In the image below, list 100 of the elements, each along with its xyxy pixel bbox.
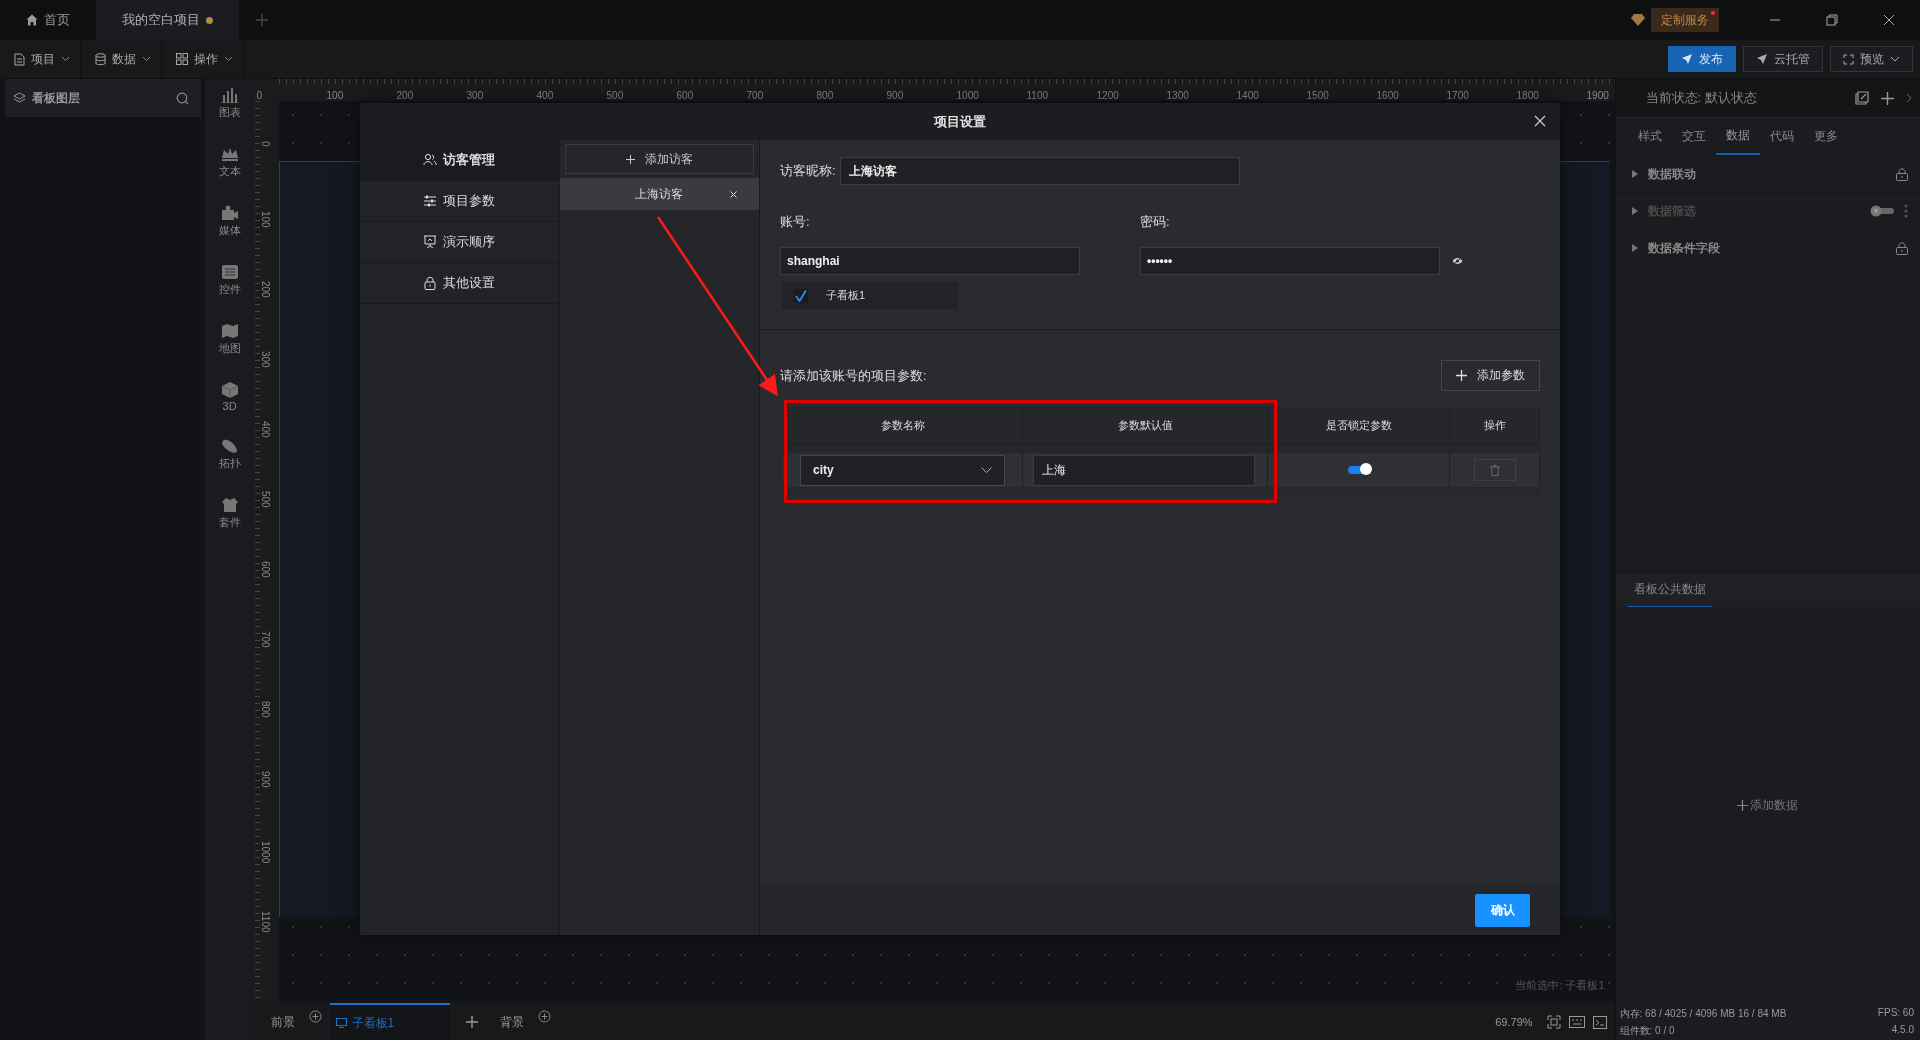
caret-icon <box>224 56 233 62</box>
column-header: 参数默认值 <box>1023 407 1268 445</box>
toolbox-item[interactable]: 图表 <box>218 87 241 120</box>
ruler-label: 800 <box>815 90 835 101</box>
ruler-label: 1300 <box>1165 90 1190 101</box>
panel-tab[interactable]: 更多 <box>1803 118 1848 155</box>
map-icon <box>220 323 239 339</box>
add-icon <box>1456 370 1467 381</box>
lock-icon[interactable] <box>1896 241 1908 255</box>
toolbox-item[interactable]: 3D <box>220 382 239 412</box>
ruler-label: 800 <box>259 701 271 718</box>
settings-nav-item[interactable]: 演示顺序 <box>360 222 559 263</box>
kit-icon <box>220 497 239 513</box>
window-tab[interactable]: 首页 <box>0 0 96 40</box>
lock-switch[interactable] <box>1347 466 1370 474</box>
publish-button[interactable]: 发布 <box>1668 46 1736 72</box>
checkbox[interactable] <box>794 288 808 303</box>
add-param-button[interactable]: 添加参数 <box>1441 360 1540 391</box>
keyboard-icon[interactable] <box>1568 1016 1585 1028</box>
fit-screen-icon[interactable] <box>1546 1015 1561 1029</box>
document-icon <box>14 52 25 66</box>
panel-tab[interactable]: 代码 <box>1759 118 1804 155</box>
field-label: 账号: <box>780 213 811 231</box>
toolbox-item[interactable]: 地图 <box>218 323 241 356</box>
ruler-label: 700 <box>745 90 765 101</box>
component-count: 组件数: 0 / 0 <box>1619 1023 1675 1038</box>
chevron-down-icon <box>981 467 992 473</box>
text-icon <box>220 146 239 162</box>
edit-icon[interactable] <box>1855 91 1869 105</box>
diamond-icon <box>1631 14 1645 26</box>
toolbox-item[interactable]: 套件 <box>218 497 241 530</box>
panel-section[interactable]: 数据条件字段 <box>1615 230 1920 267</box>
dialog-title: 项目设置 <box>934 112 986 131</box>
board-tab[interactable]: 背景 <box>493 1003 530 1040</box>
add-visitor-button[interactable]: 添加访客 <box>564 144 754 174</box>
cloud-host-button[interactable]: 云托管 <box>1743 46 1823 72</box>
window-tab[interactable]: 我的空白项目 <box>96 0 239 40</box>
add-icon[interactable] <box>465 1016 478 1028</box>
settings-nav-item[interactable]: 项目参数 <box>360 181 559 222</box>
close-icon[interactable] <box>1883 14 1895 26</box>
search-icon[interactable] <box>175 91 189 105</box>
menu-button[interactable]: 数据 <box>81 40 162 78</box>
settings-nav-item[interactable]: 访客管理 <box>360 140 559 181</box>
board-tab[interactable]: 前景 <box>264 1003 301 1040</box>
ruler-label: 900 <box>259 771 271 788</box>
add-circle-icon[interactable] <box>537 1009 551 1023</box>
menu-button[interactable]: 操作 <box>162 40 244 78</box>
panel-title: 看板图层 <box>32 89 80 107</box>
toolbox-item[interactable]: 控件 <box>218 264 241 297</box>
add-icon <box>1737 799 1749 811</box>
ruler-label: 500 <box>605 90 625 101</box>
fullscreen-icon <box>1843 53 1854 65</box>
password-field[interactable]: •••••• <box>1140 247 1440 275</box>
panel-tab[interactable]: 样式 <box>1627 118 1672 155</box>
column-header: 是否锁定参数 <box>1268 407 1450 445</box>
topo-icon <box>220 438 239 454</box>
nickname-field[interactable]: 上海访客 <box>839 157 1240 185</box>
account-field[interactable]: shanghai <box>780 247 1080 275</box>
presentation-icon <box>423 235 438 249</box>
caret-right-icon <box>1631 170 1638 178</box>
params-prompt: 请添加该账号的项目参数: <box>780 366 927 385</box>
users-icon <box>423 153 438 167</box>
preview-button[interactable]: 预览 <box>1830 46 1913 72</box>
eye-off-icon[interactable] <box>1452 257 1463 265</box>
layers-icon <box>13 92 26 104</box>
toolbox-item[interactable]: 拓扑 <box>218 438 241 471</box>
add-icon[interactable] <box>1881 91 1894 105</box>
settings-nav-item[interactable]: 其他设置 <box>360 263 559 304</box>
add-circle-icon[interactable] <box>308 1009 322 1023</box>
ruler-label: 1000 <box>259 841 271 864</box>
grid-icon <box>176 53 188 65</box>
add-data-button[interactable]: 添加数据 <box>1731 795 1805 815</box>
menu-button[interactable]: 项目 <box>0 40 81 78</box>
terminal-icon[interactable] <box>1592 1015 1607 1029</box>
param-name-select[interactable]: city <box>800 454 1005 486</box>
param-value-field[interactable]: 上海 <box>1033 454 1255 486</box>
field-label: 访客昵称: <box>780 162 836 180</box>
restore-icon[interactable] <box>1826 14 1838 26</box>
board-tab[interactable]: 子看板1 <box>329 1003 450 1040</box>
toolbox-item[interactable]: 媒体 <box>218 205 241 238</box>
lock-icon[interactable] <box>1896 167 1908 181</box>
caret-right-icon <box>1631 244 1638 252</box>
custom-service-button[interactable]: 定制服务 <box>1651 8 1719 32</box>
ruler-label: 1800 <box>1515 90 1540 101</box>
board-checkbox-row[interactable]: 子看板1 <box>782 282 958 309</box>
panel-section[interactable]: 数据联动 <box>1615 156 1920 193</box>
control-icon <box>220 264 239 280</box>
panel-tab[interactable]: 数据 <box>1715 118 1760 155</box>
ruler-label: 100 <box>325 90 345 101</box>
chevron-right-icon[interactable] <box>1906 93 1912 103</box>
send-icon <box>1681 53 1693 65</box>
state-text: 当前状态: 默认状态 <box>1645 89 1757 107</box>
cube-icon <box>220 382 239 398</box>
board-icon <box>335 1018 347 1028</box>
toolbox-item[interactable]: 文本 <box>218 146 241 179</box>
visitor-item[interactable]: 上海访客 <box>559 178 759 210</box>
ruler-label: 600 <box>675 90 695 101</box>
close-icon[interactable] <box>1534 115 1546 127</box>
ruler-label: 200 <box>395 90 415 101</box>
panel-tab[interactable]: 交互 <box>1671 118 1716 155</box>
